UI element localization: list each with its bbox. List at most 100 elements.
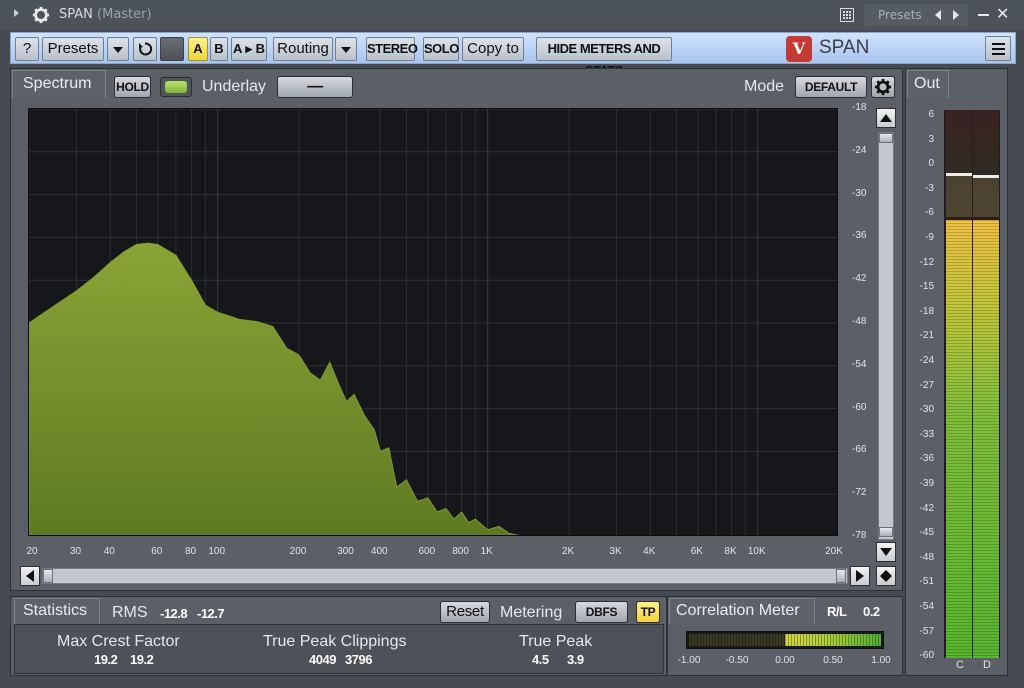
brand-name: SPAN: [819, 37, 870, 58]
spectrum-area: [29, 242, 520, 535]
range-right-handle[interactable]: [836, 569, 846, 583]
true-peak-label: True Peak: [519, 633, 593, 650]
hide-meters-button[interactable]: HIDE METERS AND STATS: [536, 37, 672, 78]
true-peak-toggle[interactable]: TP: [636, 601, 660, 623]
correlation-tab[interactable]: Correlation Meter: [669, 598, 815, 624]
correlation-meter: [686, 631, 884, 649]
arrow-down-icon: [880, 548, 892, 556]
underlay-label: Underlay: [202, 78, 267, 95]
statistics-tab[interactable]: Statistics: [14, 598, 100, 624]
scroll-up-button[interactable]: [876, 108, 896, 128]
metering-selector[interactable]: DBFS: [575, 601, 628, 623]
routing-button[interactable]: Routing: [273, 37, 333, 61]
output-scale-label: 3: [928, 133, 934, 145]
out-tab[interactable]: Out: [907, 70, 949, 98]
collapse-arrow-icon[interactable]: [14, 9, 19, 17]
mode-selector[interactable]: DEFAULT: [795, 76, 867, 98]
db-axis: -18 -24 -30 -36 -42 -48 -54 -60 -66 -72 -78: [840, 102, 874, 543]
db-tick-label: -72: [852, 487, 867, 499]
db-tick-label: -54: [852, 358, 867, 370]
reset-range-button[interactable]: [876, 566, 896, 586]
undo-button[interactable]: [133, 37, 157, 61]
correlation-tick: -0.50: [725, 655, 749, 666]
spectrum-plot[interactable]: [28, 108, 838, 536]
stereo-button[interactable]: STEREO: [366, 37, 418, 61]
range-left-handle[interactable]: [43, 569, 53, 583]
crest-right-value: 19.2: [130, 652, 154, 667]
track-name: (Master): [97, 7, 152, 22]
horizontal-range-track[interactable]: [42, 568, 848, 584]
hold-button[interactable]: HOLD: [114, 76, 151, 98]
chevron-down-icon: [341, 47, 351, 53]
frequency-tick-label: 20K: [825, 546, 843, 557]
help-button[interactable]: ?: [15, 37, 39, 61]
routing-dropdown-button[interactable]: [335, 37, 357, 61]
peak-hold-marker: [946, 173, 972, 176]
window-title: SPAN (Master): [59, 7, 152, 22]
frequency-tick-label: 100: [208, 546, 226, 557]
output-scale-label: -12: [919, 256, 934, 268]
underlay-selector[interactable]: —: [277, 76, 353, 98]
range-bottom-handle[interactable]: [879, 527, 893, 537]
peak-hold-marker: [973, 175, 999, 178]
clippings-right-value: 3796: [345, 652, 372, 667]
hold-toggle[interactable]: [160, 77, 192, 97]
vertical-range-track[interactable]: [878, 132, 894, 540]
output-scale-label: -30: [919, 404, 934, 416]
output-scale-label: 6: [928, 109, 934, 120]
mode-label: Mode: [744, 78, 785, 95]
frequency-tick-label: 200: [289, 546, 307, 557]
plugin-window: SPAN (Master) Presets ✕ ? Presets A B A …: [0, 0, 1024, 688]
frequency-tick-label: 300: [337, 546, 354, 557]
solo-button[interactable]: SOLO: [423, 37, 459, 61]
gear-icon[interactable]: [32, 6, 50, 24]
arrow-right-icon: [856, 570, 864, 582]
frequency-tick-label: 6K: [690, 546, 703, 557]
db-tick-label: -48: [852, 316, 867, 327]
presets-button[interactable]: Presets: [42, 37, 104, 61]
redo-button[interactable]: [160, 37, 184, 61]
minimize-icon[interactable]: [978, 14, 989, 16]
rms-label: RMS: [112, 604, 148, 621]
scroll-right-button[interactable]: [850, 566, 870, 586]
output-scale-label: -6: [925, 207, 934, 219]
scroll-left-button[interactable]: [20, 566, 40, 586]
prev-preset-icon[interactable]: [935, 10, 941, 20]
channel-label-c: C: [956, 659, 964, 671]
presets-dropdown-button[interactable]: [107, 37, 129, 61]
correlation-mode[interactable]: R/L: [827, 604, 847, 619]
spectrum-tab[interactable]: Spectrum: [12, 70, 106, 98]
preset-b-button[interactable]: B: [210, 37, 228, 61]
reset-button[interactable]: Reset: [440, 601, 490, 623]
spectrum-settings-button[interactable]: [871, 76, 895, 98]
chevron-down-icon: [113, 47, 123, 53]
menu-button[interactable]: [985, 36, 1011, 61]
grid-icon[interactable]: [840, 8, 854, 22]
next-preset-icon[interactable]: [953, 10, 959, 20]
meter-bar-right: [973, 110, 999, 658]
range-top-handle[interactable]: [879, 133, 893, 143]
db-tick-label: -78: [852, 530, 867, 541]
metering-label: Metering: [500, 604, 563, 621]
copy-a-to-b-button[interactable]: A ▸ B: [231, 37, 267, 61]
frequency-tick-label: 40: [103, 546, 115, 557]
correlation-tick: 0.50: [823, 655, 843, 666]
led-indicator: [165, 81, 187, 93]
output-scale-label: -51: [919, 576, 934, 588]
db-tick-label: -24: [852, 144, 867, 156]
frequency-tick-label: 800: [452, 546, 469, 557]
preset-a-button[interactable]: A: [188, 37, 208, 61]
frequency-tick-label: 1K: [480, 546, 493, 557]
frequency-tick-label: 30: [69, 546, 82, 557]
output-scale-label: -54: [919, 601, 934, 612]
db-tick-label: -60: [852, 401, 867, 413]
frequency-tick-label: 80: [184, 546, 197, 557]
output-scale-label: -21: [919, 330, 934, 342]
copy-to-button[interactable]: Copy to: [462, 37, 524, 61]
clippings-left-value: 4049: [309, 652, 336, 667]
meter-bar-left: [946, 110, 972, 658]
db-tick-label: -30: [852, 187, 867, 199]
close-icon[interactable]: ✕: [996, 4, 1009, 23]
output-scale-label: -3: [925, 182, 934, 194]
scroll-down-button[interactable]: [876, 542, 896, 562]
